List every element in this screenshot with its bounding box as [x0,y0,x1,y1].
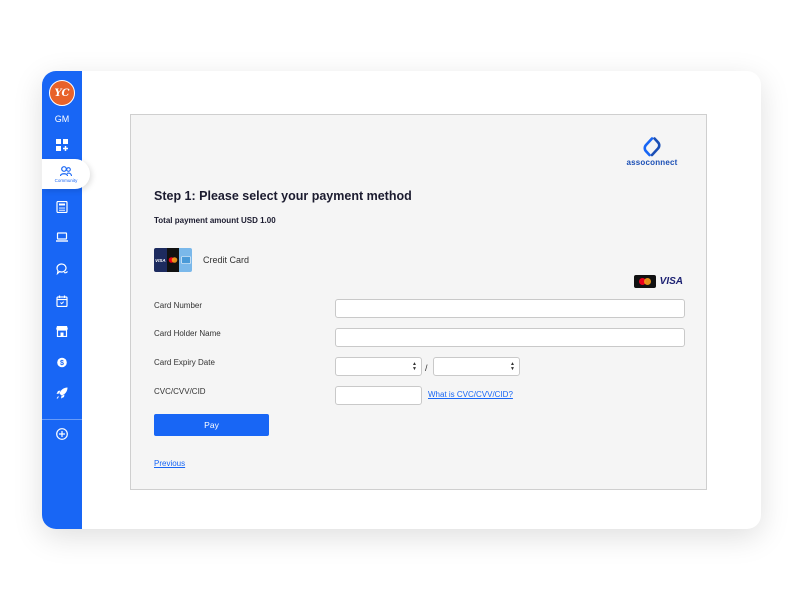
cvc-help-link[interactable]: What is CVC/CVV/CID? [428,390,513,399]
payment-amount: Total payment amount USD 1.00 [154,216,276,225]
store-icon[interactable] [42,320,82,342]
mastercard-mini-icon [168,257,178,263]
amex-mini-icon [180,256,191,264]
brand-name: assoconnect [626,158,678,167]
cvc-input[interactable] [335,386,422,405]
visa-mini-logo: VISA [155,257,166,263]
expiry-separator: / [425,363,428,373]
cvc-label: CVC/CVV/CID [154,387,206,396]
sidebar-divider [42,419,82,420]
payment-method-label[interactable]: Credit Card [203,255,249,265]
sidebar-item-community[interactable]: Community [42,159,90,189]
accepted-brands: VISA [633,275,683,288]
avatar[interactable]: YC [49,80,75,106]
select-arrows-icon: ▲ ▼ [510,361,515,372]
community-icon [60,166,72,177]
mastercard-icon [633,275,656,288]
select-arrows-icon: ▲ ▼ [412,361,417,372]
expiry-month-select[interactable]: ▲ ▼ [335,357,422,376]
card-number-input[interactable] [335,299,685,318]
sidebar-item-label: Community [54,178,78,183]
previous-link[interactable]: Previous [154,459,185,468]
calendar-icon[interactable] [42,290,82,312]
pay-button[interactable]: Pay [154,414,269,436]
calculator-icon[interactable] [42,196,82,218]
assoconnect-logo-icon [643,137,661,157]
org-code[interactable]: GM [42,114,82,124]
brand-logo: assoconnect [622,137,682,167]
chat-icon[interactable] [42,258,82,280]
laptop-icon[interactable] [42,226,82,248]
expiry-label: Card Expiry Date [154,358,215,367]
add-icon[interactable] [42,423,82,445]
card-number-label: Card Number [154,301,203,310]
svg-text:$: $ [60,360,64,367]
expiry-year-select[interactable]: ▲ ▼ [433,357,520,376]
card-holder-label: Card Holder Name [154,329,221,338]
dashboard-icon[interactable] [42,134,82,156]
page-title: Step 1: Please select your payment metho… [154,189,412,203]
rocket-icon[interactable] [42,382,82,404]
card-holder-input[interactable] [335,328,685,347]
sidebar: YC GM Community $ [42,71,90,529]
payment-panel: assoconnect Step 1: Please select your p… [130,114,707,490]
piggy-bank-icon[interactable]: $ [42,351,82,373]
visa-logo: VISA [659,276,683,287]
app-window: YC GM Community $ assoconnect Step 1: Pl… [42,71,761,529]
credit-card-logo[interactable]: VISA [154,248,192,272]
